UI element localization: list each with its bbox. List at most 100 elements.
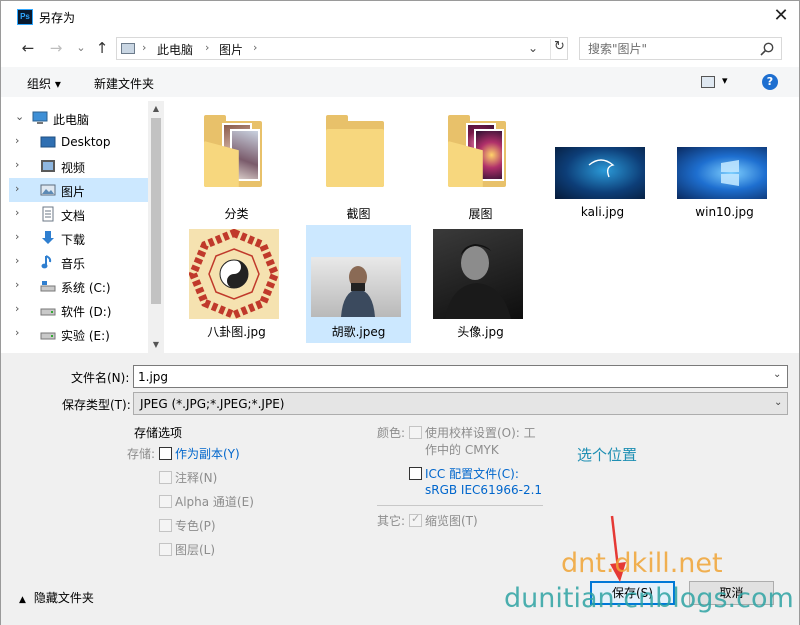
file-item-image[interactable]: 胡歌.jpeg: [306, 225, 411, 343]
chevron-up-icon: ▲: [19, 595, 26, 605]
chevron-right-icon[interactable]: ›: [15, 158, 19, 171]
chevron-right-icon[interactable]: ›: [15, 134, 19, 147]
navigation-scrollbar[interactable]: ▲ ▼: [148, 101, 164, 353]
chevron-right-icon[interactable]: ›: [15, 326, 19, 339]
view-mode-icon[interactable]: [701, 76, 715, 88]
folder-icon: [326, 115, 384, 187]
file-item-image[interactable]: win10.jpg: [672, 107, 777, 225]
scroll-down-button[interactable]: ▼: [148, 337, 164, 353]
recent-locations-button[interactable]: ⌄: [71, 38, 91, 58]
save-as-dialog: Ps 另存为 ✕ ← → ⌄ ↑ › 此电脑 › 图片 › ⌄ ↻ 组织 ▾ 新…: [0, 0, 800, 625]
portrait-icon: [445, 244, 511, 319]
breadcrumb-pictures[interactable]: 图片: [219, 41, 243, 58]
image-thumbnail: [311, 257, 401, 317]
file-name: 截图: [346, 207, 371, 221]
photoshop-icon: Ps: [17, 9, 33, 25]
music-icon: [41, 255, 52, 269]
forward-button[interactable]: →: [46, 38, 66, 58]
hide-folders-button[interactable]: ▲ 隐藏文件夹: [19, 589, 94, 606]
filename-label: 文件名(N):: [71, 371, 130, 385]
chevron-right-icon[interactable]: ›: [15, 278, 19, 291]
file-name: 头像.jpg: [457, 325, 504, 339]
filetype-select[interactable]: JPEG (*.JPG;*.JPEG;*.JPE) ⌄: [133, 392, 788, 415]
chevron-right-icon[interactable]: ›: [15, 302, 19, 315]
sidebar-item-documents[interactable]: › 文档: [9, 202, 149, 226]
sidebar-item-drive-e[interactable]: › 实验 (E:): [9, 322, 149, 346]
sidebar-item-pictures[interactable]: › 图片: [9, 178, 149, 202]
image-thumbnail: [555, 147, 645, 199]
breadcrumb-separator: ›: [205, 41, 210, 54]
sidebar-item-videos[interactable]: › 视频: [9, 154, 149, 178]
address-bar[interactable]: › 此电脑 › 图片 › ⌄ ↻: [116, 37, 568, 60]
chevron-down-icon: ⌄: [774, 397, 783, 408]
thumbnail-checkbox[interactable]: [409, 512, 422, 527]
divider: [377, 505, 543, 506]
close-button[interactable]: ✕: [763, 1, 799, 31]
file-item-image[interactable]: 头像.jpg: [428, 225, 533, 343]
address-history-dropdown[interactable]: ⌄: [528, 41, 538, 55]
storage-options-header: 存储选项: [134, 426, 183, 440]
desktop-icon: [40, 136, 56, 148]
bagua-icon: [188, 228, 280, 320]
chevron-right-icon[interactable]: ›: [15, 206, 19, 219]
scroll-up-button[interactable]: ▲: [148, 101, 164, 117]
sidebar-item-downloads[interactable]: › 下载: [9, 226, 149, 250]
sidebar-item-music[interactable]: › 音乐: [9, 250, 149, 274]
file-name: 八卦图.jpg: [207, 325, 266, 339]
breadcrumb-this-pc[interactable]: 此电脑: [157, 41, 193, 58]
icc-profile-checkbox[interactable]: [409, 467, 422, 480]
file-item-folder[interactable]: 截图: [306, 107, 411, 225]
filename-history-dropdown[interactable]: ⌄: [773, 369, 781, 380]
file-item-image[interactable]: kali.jpg: [550, 107, 655, 225]
spot-color-checkbox[interactable]: [159, 519, 172, 532]
use-proof-checkbox[interactable]: [409, 426, 422, 439]
view-mode-dropdown[interactable]: ▾: [722, 74, 728, 87]
search-icon[interactable]: [759, 41, 775, 57]
notes-checkbox[interactable]: [159, 471, 172, 484]
notes-label: 注释(N): [175, 471, 218, 485]
alpha-checkbox[interactable]: [159, 495, 172, 508]
layers-checkbox[interactable]: [159, 543, 172, 556]
chevron-right-icon[interactable]: ›: [15, 230, 19, 243]
search-input[interactable]: [579, 37, 782, 60]
icc-profile-value: sRGB IEC61966-2.1: [425, 483, 543, 497]
sidebar-item-label: 系统 (C:): [61, 281, 111, 295]
pick-location-annotation: 选个位置: [577, 446, 638, 464]
refresh-icon[interactable]: ↻: [550, 39, 568, 59]
watermark-secondary: dunitian.cnblogs.com: [504, 583, 794, 614]
file-name: kali.jpg: [580, 205, 625, 219]
hide-folders-label: 隐藏文件夹: [33, 591, 94, 605]
organize-button[interactable]: 组织 ▾: [27, 75, 61, 92]
chevron-down-icon[interactable]: ⌄: [15, 110, 24, 123]
chevron-right-icon[interactable]: ›: [15, 182, 19, 195]
toolbar: 组织 ▾ 新建文件夹 ▾: [1, 67, 799, 97]
as-copy-checkbox[interactable]: [159, 447, 172, 460]
sidebar-item-label: 此电脑: [53, 113, 90, 127]
as-copy-label[interactable]: 作为副本(Y): [175, 445, 240, 462]
new-folder-button[interactable]: 新建文件夹: [94, 75, 154, 92]
file-item-folder[interactable]: 分类: [184, 107, 289, 225]
video-icon: [41, 160, 55, 172]
sidebar-item-this-pc[interactable]: ⌄ 此电脑: [9, 106, 149, 130]
back-button[interactable]: ←: [18, 38, 38, 58]
up-button[interactable]: ↑: [92, 38, 112, 58]
title-bar: Ps 另存为 ✕: [1, 1, 799, 32]
breadcrumb-separator[interactable]: ›: [253, 41, 257, 54]
sidebar-item-desktop[interactable]: › Desktop: [9, 130, 149, 154]
use-proof-label-cont: 作中的 CMYK: [425, 443, 499, 457]
icc-profile-label[interactable]: ICC 配置文件(C):: [425, 465, 519, 482]
drive-icon: [40, 308, 56, 316]
download-icon: [42, 231, 54, 244]
help-icon[interactable]: ?: [762, 74, 778, 90]
use-proof-label: 使用校样设置(O): 工: [425, 426, 536, 440]
spot-color-label: 专色(P): [175, 519, 216, 533]
sidebar-item-drive-c[interactable]: › 系统 (C:): [9, 274, 149, 298]
filename-input[interactable]: [133, 365, 788, 388]
chevron-right-icon[interactable]: ›: [15, 254, 19, 267]
scroll-thumb[interactable]: [151, 118, 161, 304]
file-item-image[interactable]: 八卦图.jpg: [184, 225, 289, 343]
alpha-label: Alpha 通道(E): [175, 495, 254, 509]
file-item-folder[interactable]: 展图: [428, 107, 533, 225]
sidebar-item-drive-d[interactable]: › 软件 (D:): [9, 298, 149, 322]
file-list: 分类 截图 展图 kali.jpg win10.jpg 八卦图.jpg 胡歌.j…: [164, 101, 799, 353]
